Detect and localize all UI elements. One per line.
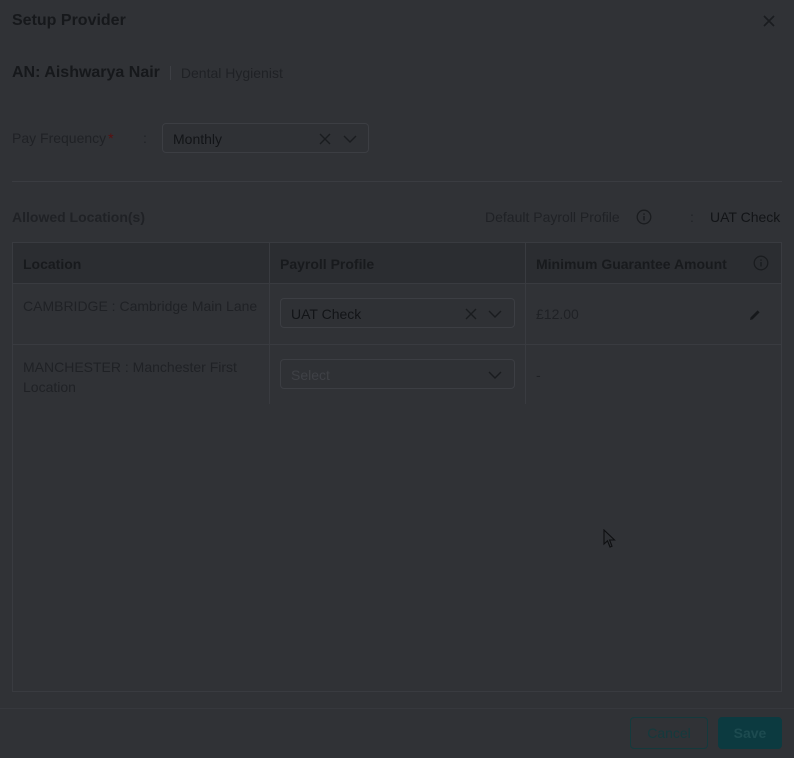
allowed-locations-title: Allowed Location(s): [12, 209, 145, 225]
section-divider: [12, 181, 782, 182]
dialog-header: Setup Provider: [12, 11, 782, 33]
edit-icon[interactable]: [747, 307, 763, 323]
setup-provider-dialog: Setup Provider AN: Aishwarya Nair Dental…: [0, 0, 794, 758]
payroll-profile-select[interactable]: UAT Check: [280, 298, 515, 328]
provider-role: Dental Hygienist: [180, 65, 283, 81]
pay-frequency-label-text: Pay Frequency: [12, 130, 107, 146]
table-row: CAMBRIDGE : Cambridge Main Lane UAT Chec…: [13, 283, 781, 344]
clear-icon[interactable]: [465, 307, 477, 320]
provider-name: AN: Aishwarya Nair: [12, 64, 160, 81]
dialog-title: Setup Provider: [12, 12, 126, 29]
pay-frequency-label: Pay Frequency *: [12, 130, 114, 146]
location-cell: CAMBRIDGE : Cambridge Main Lane: [23, 298, 258, 314]
payroll-profile-value: UAT Check: [291, 306, 362, 322]
table-row: MANCHESTER : Manchester First Location S…: [13, 344, 781, 405]
pay-frequency-value: Monthly: [173, 131, 223, 147]
clear-icon[interactable]: [319, 132, 331, 145]
payroll-profile-placeholder: Select: [291, 367, 330, 383]
column-header-payroll-profile: Payroll Profile: [280, 256, 375, 272]
default-payroll-label: Default Payroll Profile: [485, 209, 620, 225]
default-payroll-colon: :: [690, 209, 694, 225]
chevron-down-icon[interactable]: [488, 368, 502, 382]
save-button[interactable]: Save: [718, 717, 782, 749]
chevron-down-icon[interactable]: [343, 132, 357, 146]
required-mark: *: [108, 130, 114, 146]
table-header: Location Payroll Profile Minimum Guarant…: [13, 243, 781, 283]
default-payroll-value: UAT Check: [710, 209, 781, 225]
info-icon[interactable]: [636, 209, 652, 225]
location-cell: MANCHESTER : Manchester First Location: [23, 359, 237, 395]
provider-separator: [169, 66, 171, 80]
payroll-profile-select[interactable]: Select: [280, 359, 515, 389]
pay-frequency-select[interactable]: Monthly: [162, 123, 369, 153]
cancel-button[interactable]: Cancel: [630, 717, 708, 749]
pay-frequency-colon: :: [143, 130, 147, 146]
column-header-location: Location: [23, 256, 82, 272]
column-header-min-guarantee: Minimum Guarantee Amount: [536, 256, 727, 272]
footer-divider: [0, 708, 794, 709]
provider-info: AN: Aishwarya Nair Dental Hygienist: [12, 63, 283, 83]
chevron-down-icon[interactable]: [488, 307, 502, 321]
mouse-cursor-icon: [603, 528, 617, 549]
close-icon[interactable]: [762, 14, 776, 28]
info-icon[interactable]: [753, 255, 769, 271]
locations-table: Location Payroll Profile Minimum Guarant…: [12, 242, 782, 692]
amount-cell: £12.00: [536, 306, 579, 322]
amount-cell: -: [536, 367, 541, 383]
